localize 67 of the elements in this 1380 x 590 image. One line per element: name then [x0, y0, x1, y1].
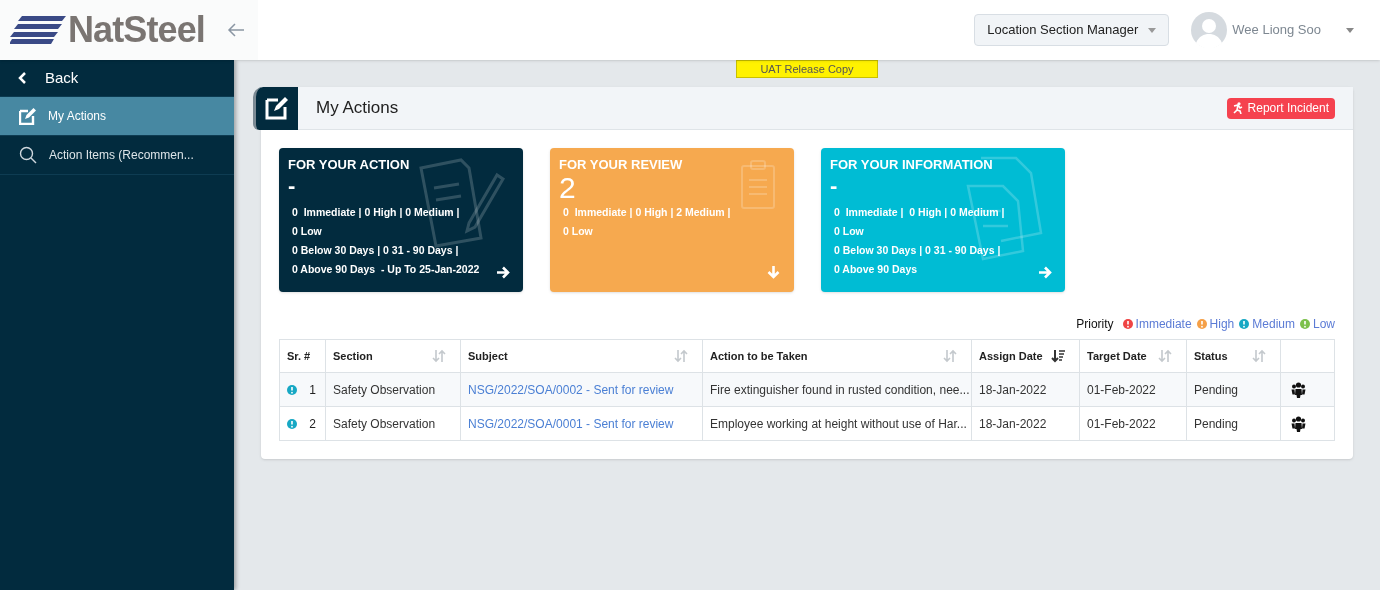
- sort-icon[interactable]: [674, 349, 688, 363]
- search-icon: [19, 146, 37, 164]
- legend-item: Low: [1313, 316, 1335, 333]
- table-cell-text: 1: [309, 381, 317, 399]
- back-link[interactable]: Back: [45, 66, 79, 90]
- card-stat-line: 0 Immediate | 0 High | 0 Medium |: [292, 205, 460, 220]
- table-cell: 01-Feb-2022: [1087, 382, 1156, 397]
- clipboard-icon: [740, 160, 776, 210]
- table-cell: Safety Observation: [333, 382, 436, 397]
- card-count: -: [288, 173, 296, 199]
- sort-descending-icon[interactable]: [1051, 349, 1065, 363]
- table-cell: 18-Jan-2022: [979, 382, 1047, 397]
- card-stat-line: 0 Below 30 Days | 0 31 - 90 Days |: [834, 243, 1001, 258]
- user-name[interactable]: Wee Liong Soo: [1232, 20, 1321, 40]
- people-icon[interactable]: [1291, 381, 1306, 398]
- card-stat-line: 0 Low: [834, 224, 864, 239]
- sort-icon[interactable]: [943, 349, 957, 363]
- collapse-arrow-icon[interactable]: [226, 23, 245, 37]
- people-icon[interactable]: [1291, 415, 1306, 432]
- column-header[interactable]: Action to be Taken: [710, 347, 808, 365]
- caret-icon[interactable]: [1346, 27, 1354, 33]
- card-stat-line: 0 Below 30 Days | 0 31 - 90 Days |: [292, 243, 459, 258]
- card-title: FOR YOUR INFORMATION: [830, 157, 994, 173]
- legend-label: Priority: [1076, 316, 1114, 333]
- back-chevron-icon[interactable]: [18, 72, 26, 84]
- card-count: 2: [559, 173, 576, 199]
- card-stat-line: 0 Above 90 Days - Up To 25-Jan-2022: [292, 262, 480, 277]
- table-cell: Pending: [1194, 382, 1239, 397]
- environment-banner: UAT Release Copy: [736, 60, 878, 78]
- edit-icon: [19, 107, 36, 125]
- column-header[interactable]: Section: [333, 347, 373, 365]
- sidebar-item[interactable]: Action Items (Recommen...: [0, 136, 234, 175]
- caret-icon[interactable]: [1148, 27, 1157, 33]
- running-person-icon: [1232, 102, 1243, 114]
- legend-item: Immediate: [1135, 316, 1192, 333]
- logo-text: NatSteel: [68, 12, 205, 48]
- table-cell: Safety Observation: [333, 416, 436, 431]
- logo-stripes-icon: [10, 15, 66, 45]
- card-stat-line: 0 Immediate | 0 High | 0 Medium |: [834, 205, 1005, 220]
- column-header[interactable]: Subject: [468, 347, 508, 365]
- arrow-right-icon[interactable]: [496, 266, 510, 279]
- sort-icon[interactable]: [1252, 349, 1266, 363]
- legend-item: High: [1209, 316, 1235, 333]
- table-cell: 18-Jan-2022: [979, 416, 1047, 431]
- sort-icon[interactable]: [1158, 349, 1172, 363]
- card-stat-line: 0 Low: [563, 224, 593, 239]
- card-stat-line: 0 Above 90 Days: [834, 262, 918, 277]
- role-dropdown[interactable]: Location Section Manager: [974, 14, 1170, 46]
- card-title: FOR YOUR ACTION: [288, 157, 411, 173]
- summary-card[interactable]: FOR YOUR ACTION - 0 Immediate | 0 High | 0 Medium | 0 Low 0 Below 30 Days | 0 31 - 90 Days | 0 Above 90 Days - Up To 25-Jan-2022: [279, 148, 523, 292]
- sort-icon[interactable]: [432, 349, 446, 363]
- table-cell: Pending: [1194, 416, 1239, 431]
- panel-title: My Actions: [316, 97, 399, 120]
- arrow-down-icon[interactable]: [767, 265, 780, 279]
- card-stat-line: 0 Low: [292, 224, 322, 239]
- table-cell: Employee working at height without use of Har...: [710, 416, 967, 431]
- card-count: -: [830, 173, 838, 199]
- legend-item: Medium: [1252, 316, 1295, 333]
- table-cell: Fire extinguisher found in rusted condition, nee...: [710, 382, 970, 397]
- sidebar-item[interactable]: My Actions: [0, 97, 234, 136]
- table-cell-text: 2: [309, 415, 317, 433]
- report-incident-button[interactable]: Report Incident: [1226, 97, 1335, 119]
- card-title: FOR YOUR REVIEW: [559, 157, 684, 173]
- column-header[interactable]: Status: [1194, 347, 1228, 365]
- avatar-icon[interactable]: [1191, 12, 1228, 48]
- table-cell: 01-Feb-2022: [1087, 416, 1156, 431]
- card-stat-line: 0 Immediate | 0 High | 2 Medium |: [563, 205, 731, 220]
